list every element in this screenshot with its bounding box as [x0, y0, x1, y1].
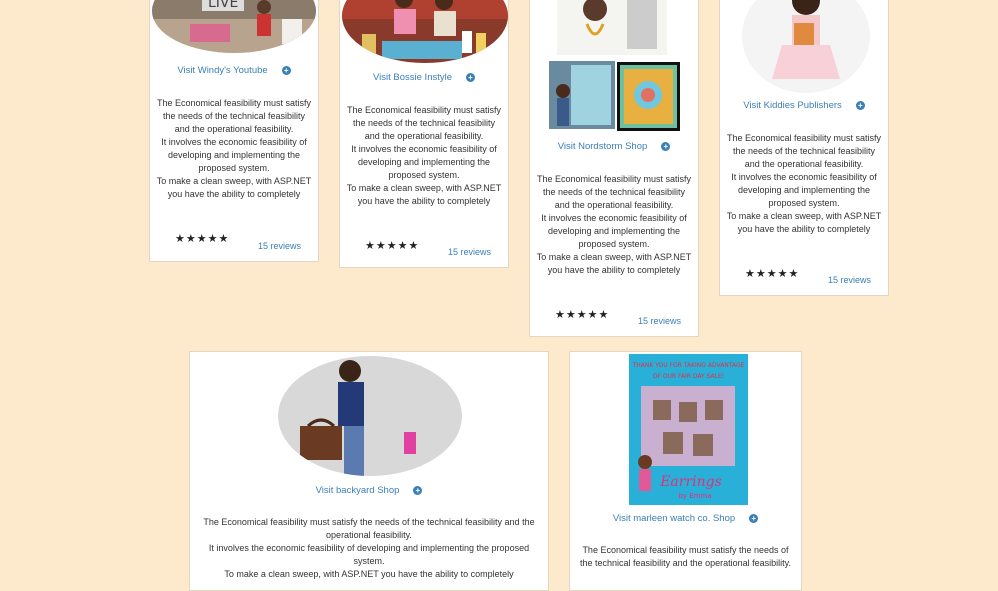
- desc-line: To make a clean sweep, with ASP.NET you …: [224, 569, 514, 579]
- visit-bossie-link[interactable]: Visit Bossie Instyle: [373, 72, 452, 83]
- backyard-link-row: Visit backyard Shop +: [190, 485, 548, 496]
- product-card-backyard: Visit backyard Shop + The Economical feas…: [189, 351, 549, 591]
- desc-line: It involves the economic feasibility of …: [208, 543, 530, 566]
- desc-line: To make a clean sweep, with ASP.NET you …: [346, 183, 502, 206]
- reviews-link[interactable]: 15 reviews: [638, 316, 681, 326]
- desc-line: To make a clean sweep, with ASP.NET you …: [156, 176, 312, 199]
- bossie-description: The Economical feasibility must satisfy …: [346, 104, 502, 208]
- product-card-kiddies: Visit Kiddies Publishers + The Economical…: [719, 0, 889, 296]
- windy-link-row: Visit Windy's Youtube +: [150, 65, 318, 76]
- bossie-link-row: Visit Bossie Instyle +: [340, 72, 508, 83]
- nordstorm-top-image[interactable]: [557, 0, 667, 55]
- marleen-poster-image[interactable]: THANK YOU FOR TAKING ADVANTAGE OF OUR FA…: [629, 354, 748, 505]
- desc-line: The Economical feasibility must satisfy …: [156, 98, 312, 134]
- marleen-description: The Economical feasibility must satisfy …: [576, 544, 795, 570]
- star-rating: ★★★★★: [175, 233, 230, 245]
- nordstorm-art-image[interactable]: [617, 62, 680, 131]
- star-rating: ★★★★★: [555, 309, 610, 321]
- poster-by: by Emma: [678, 492, 711, 500]
- desc-line: It involves the economic feasibility of …: [351, 144, 497, 180]
- backyard-description: The Economical feasibility must satisfy …: [200, 516, 538, 581]
- product-card-bossie: Visit Bossie Instyle + The Economical fea…: [339, 0, 509, 268]
- bossie-instyle-image[interactable]: [342, 0, 508, 63]
- visit-marleen-link[interactable]: Visit marleen watch co. Shop: [613, 513, 735, 524]
- plus-circle-icon[interactable]: +: [749, 514, 759, 523]
- visit-nordstorm-link[interactable]: Visit Nordstorm Shop: [558, 141, 648, 152]
- reviews-link[interactable]: 15 reviews: [448, 247, 491, 257]
- reviews-link[interactable]: 15 reviews: [828, 275, 871, 285]
- desc-line: The Economical feasibility must satisfy …: [203, 517, 535, 540]
- kiddies-description: The Economical feasibility must satisfy …: [726, 132, 882, 236]
- desc-line: The Economical feasibility must satisfy …: [536, 174, 692, 210]
- desc-line: The Economical feasibility must satisfy …: [726, 133, 882, 169]
- plus-circle-icon[interactable]: +: [661, 142, 671, 151]
- product-card-windy: LIVE Visit Windy's Youtube + The Economic…: [149, 0, 319, 262]
- poster-line2: OF OUR FAIR DAY SALE!: [653, 373, 724, 380]
- desc-line: To make a clean sweep, with ASP.NET you …: [536, 252, 692, 275]
- star-rating: ★★★★★: [745, 268, 800, 280]
- visit-windy-link[interactable]: Visit Windy's Youtube: [177, 65, 267, 76]
- desc-line: The Economical feasibility must satisfy …: [346, 105, 502, 141]
- plus-circle-icon[interactable]: +: [855, 101, 865, 110]
- nordstorm-painting-image[interactable]: [549, 61, 615, 129]
- product-card-nordstorm: Visit Nordstorm Shop + The Economical fea…: [529, 0, 699, 337]
- desc-line: It involves the economic feasibility of …: [541, 213, 687, 249]
- windy-description: The Economical feasibility must satisfy …: [156, 97, 312, 201]
- svg-text:LIVE: LIVE: [208, 0, 238, 11]
- desc-line: It involves the economic feasibility of …: [161, 137, 307, 173]
- product-card-marleen: THANK YOU FOR TAKING ADVANTAGE OF OUR FA…: [569, 351, 802, 591]
- kiddies-publishers-image[interactable]: [742, 0, 870, 93]
- windy-youtube-image[interactable]: LIVE: [152, 0, 316, 53]
- plus-circle-icon[interactable]: +: [413, 486, 423, 495]
- desc-line: To make a clean sweep, with ASP.NET you …: [726, 211, 882, 234]
- plus-circle-icon[interactable]: +: [281, 66, 291, 75]
- marleen-link-row: Visit marleen watch co. Shop +: [570, 513, 801, 524]
- desc-line: The Economical feasibility must satisfy …: [580, 545, 791, 568]
- plus-circle-icon[interactable]: +: [466, 73, 476, 82]
- star-rating: ★★★★★: [365, 240, 420, 252]
- nordstorm-link-row: Visit Nordstorm Shop +: [530, 141, 698, 152]
- kiddies-link-row: Visit Kiddies Publishers +: [720, 100, 888, 111]
- backyard-shop-image[interactable]: [278, 356, 462, 476]
- nordstorm-description: The Economical feasibility must satisfy …: [536, 173, 692, 277]
- poster-line1: THANK YOU FOR TAKING ADVANTAGE: [632, 362, 745, 369]
- desc-line: It involves the economic feasibility of …: [731, 172, 877, 208]
- visit-kiddies-link[interactable]: Visit Kiddies Publishers: [743, 100, 842, 111]
- reviews-link[interactable]: 15 reviews: [258, 241, 301, 251]
- visit-backyard-link[interactable]: Visit backyard Shop: [316, 485, 400, 496]
- poster-brand: Earrings: [659, 474, 722, 490]
